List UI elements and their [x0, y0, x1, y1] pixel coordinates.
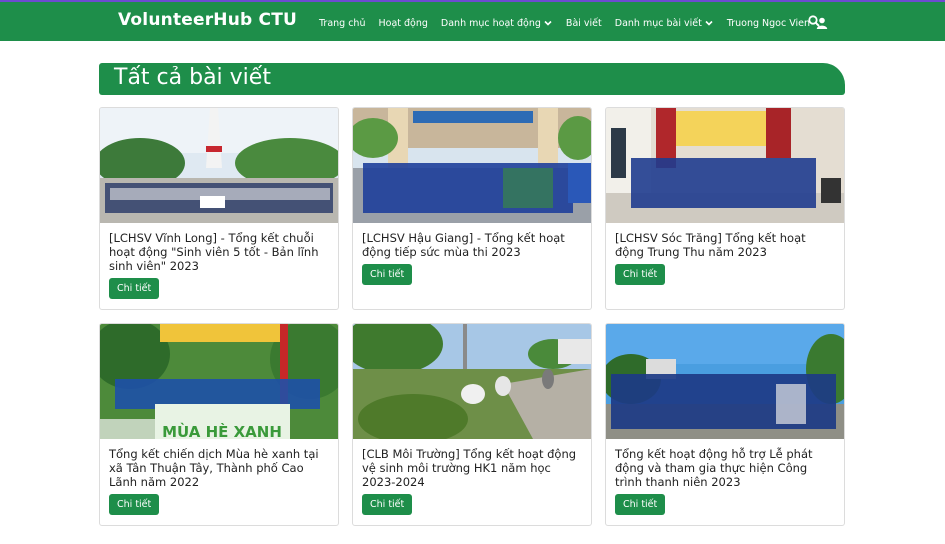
chevron-down-icon — [544, 20, 552, 26]
banner-text: MÙA HÈ XANH — [162, 422, 282, 439]
post-card: [LCHSV Hậu Giang] - Tổng kết hoạt động t… — [352, 107, 592, 310]
post-thumbnail[interactable] — [606, 324, 844, 439]
nav-activities[interactable]: Hoạt động — [378, 18, 427, 29]
nav-post-categories-dropdown[interactable]: Danh mục bài viết — [615, 18, 714, 29]
nav-posts[interactable]: Bài viết — [566, 18, 602, 29]
navbar: VolunteerHub CTU Trang chủ Hoạt động Dan… — [0, 2, 945, 41]
post-title[interactable]: [LCHSV Hậu Giang] - Tổng kết hoạt động t… — [362, 231, 582, 259]
post-thumbnail[interactable] — [353, 324, 591, 439]
page-title: Tất cả bài viết — [114, 65, 271, 90]
post-card: MÙA HÈ XANH Tổng kết chiến dịch Mùa hè x… — [99, 323, 339, 526]
brand-logo[interactable]: VolunteerHub CTU — [118, 10, 297, 30]
nav-menu: Trang chủ Hoạt động Danh mục hoạt động B… — [319, 15, 841, 31]
post-card: [CLB Môi Trường] Tổng kết hoạt động vệ s… — [352, 323, 592, 526]
post-thumbnail[interactable] — [353, 108, 591, 223]
details-button[interactable]: Chi tiết — [109, 278, 160, 299]
post-title[interactable]: [LCHSV Vĩnh Long] - Tổng kết chuỗi hoạt … — [109, 231, 329, 273]
post-title[interactable]: [LCHSV Sóc Trăng] Tổng kết hoạt động Tru… — [615, 231, 835, 259]
nav-home[interactable]: Trang chủ — [319, 18, 365, 29]
post-title[interactable]: [CLB Môi Trường] Tổng kết hoạt động vệ s… — [362, 447, 582, 489]
details-button[interactable]: Chi tiết — [362, 494, 413, 515]
post-title[interactable]: Tổng kết hoạt động hỗ trợ Lễ phát động v… — [615, 447, 835, 489]
details-button[interactable]: Chi tiết — [615, 264, 666, 285]
details-button[interactable]: Chi tiết — [362, 264, 413, 285]
post-thumbnail[interactable] — [606, 108, 844, 223]
nav-activity-categories-dropdown[interactable]: Danh mục hoạt động — [441, 18, 553, 29]
section-header: Tất cả bài viết — [99, 63, 845, 95]
post-card: [LCHSV Vĩnh Long] - Tổng kết chuỗi hoạt … — [99, 107, 339, 310]
details-button[interactable]: Chi tiết — [615, 494, 666, 515]
post-thumbnail[interactable] — [100, 108, 338, 223]
post-card: [LCHSV Sóc Trăng] Tổng kết hoạt động Tru… — [605, 107, 845, 310]
post-thumbnail[interactable]: MÙA HÈ XANH — [100, 324, 338, 439]
post-title[interactable]: Tổng kết chiến dịch Mùa hè xanh tại xã T… — [109, 447, 329, 489]
details-button[interactable]: Chi tiết — [109, 494, 160, 515]
post-card: Tổng kết hoạt động hỗ trợ Lễ phát động v… — [605, 323, 845, 526]
search-icon[interactable] — [808, 15, 820, 27]
chevron-down-icon — [705, 20, 713, 26]
